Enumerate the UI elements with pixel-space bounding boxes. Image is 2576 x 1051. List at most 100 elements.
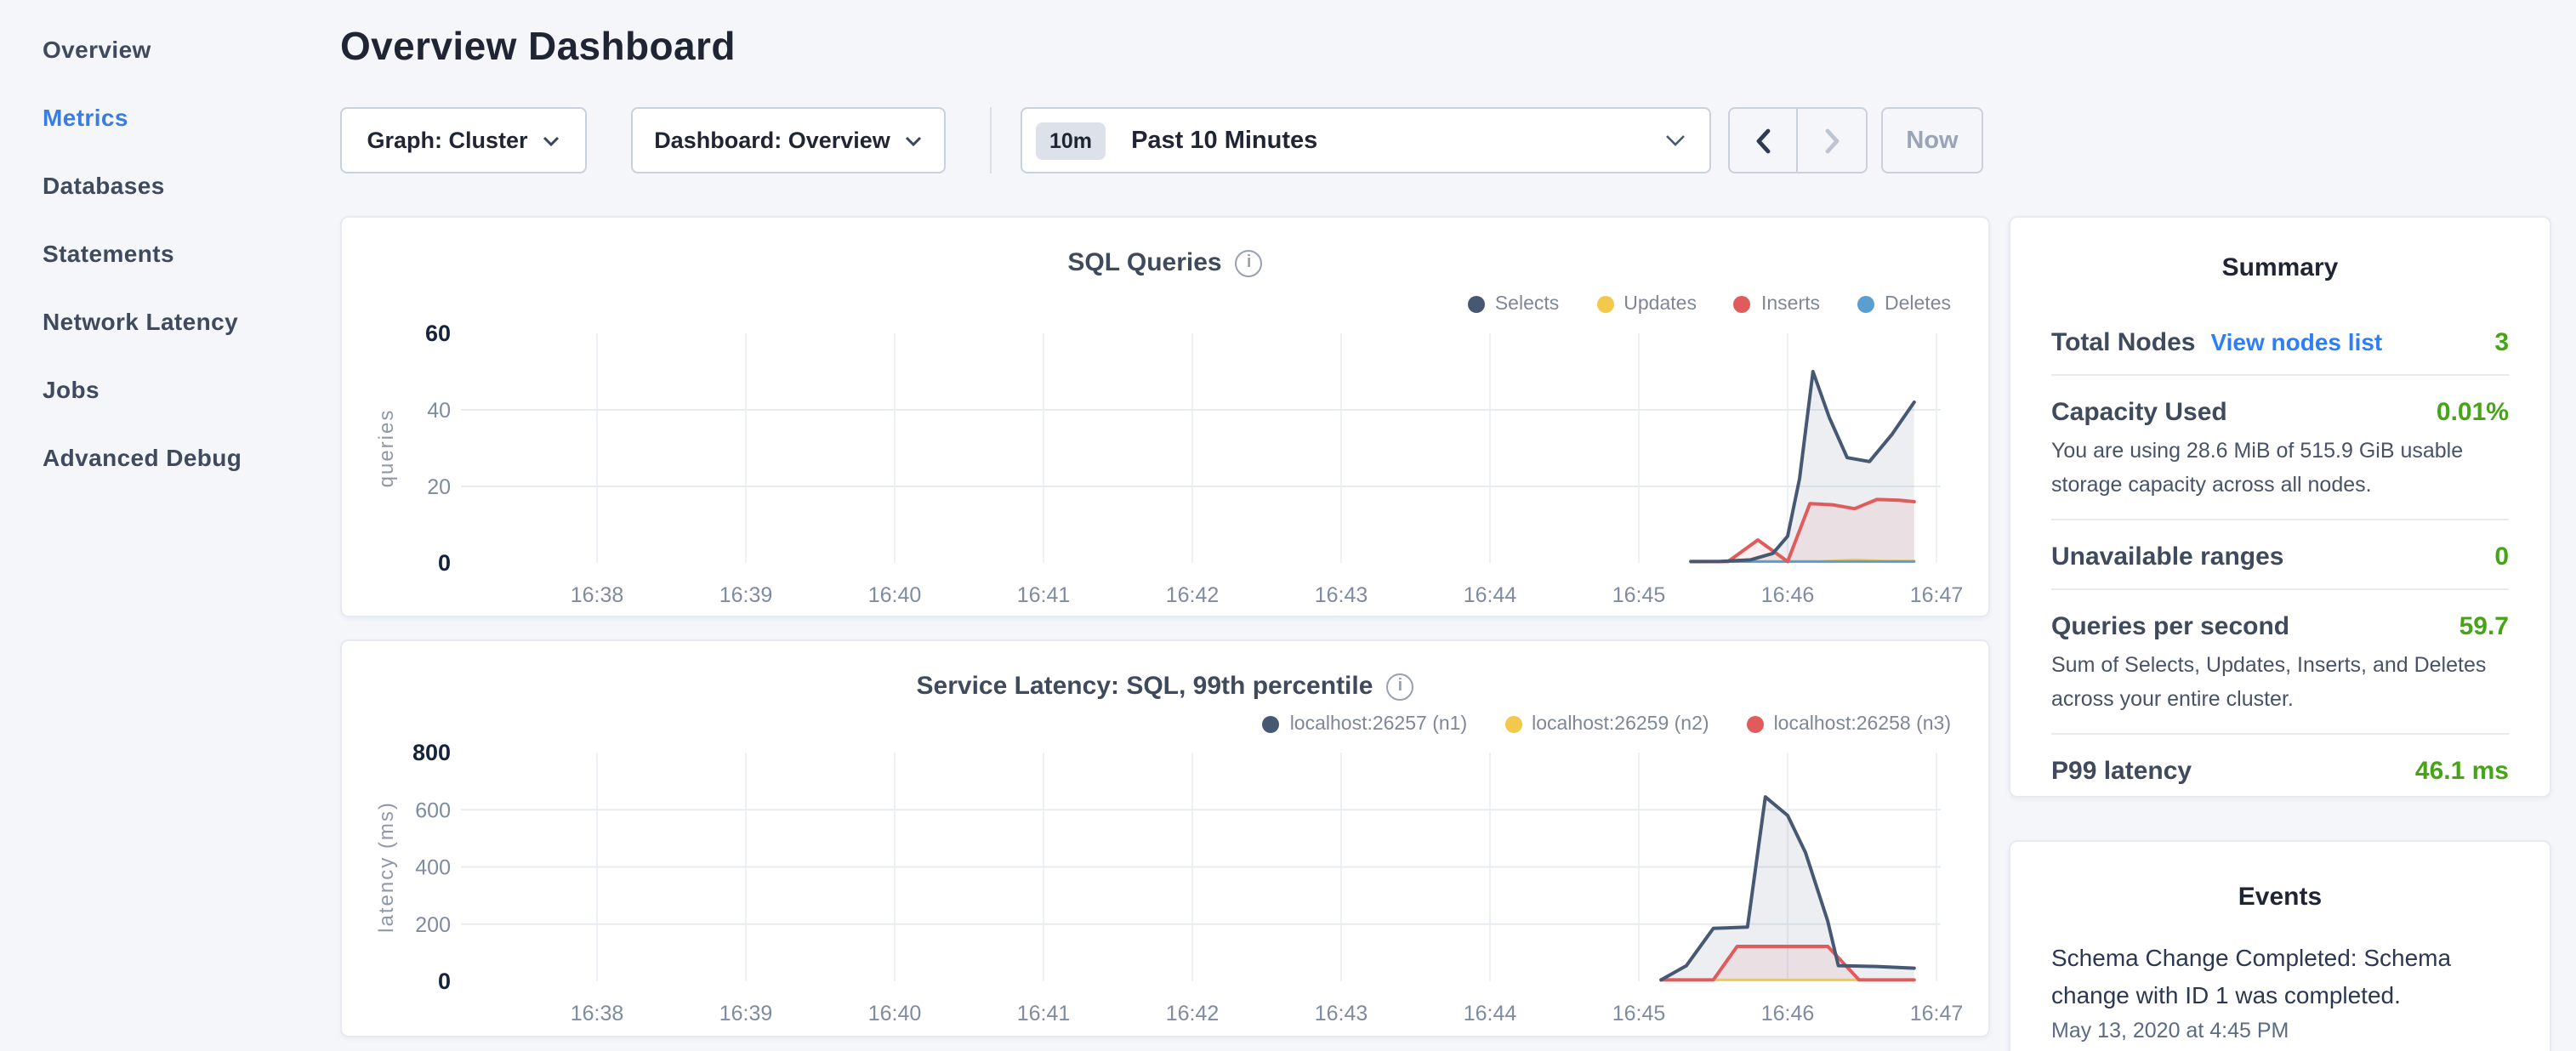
event-message: Schema Change Completed: Schema change w… <box>2051 939 2509 1014</box>
svg-text:16:40: 16:40 <box>868 583 922 607</box>
sidebar-item-statements[interactable]: Statements <box>0 221 340 289</box>
legend-dot <box>1734 296 1751 313</box>
stat-capacity-used: Capacity Used 0.01% You are using 28.6 M… <box>2051 376 2509 519</box>
legend-dot <box>1504 716 1521 733</box>
legend-label: localhost:26258 (n3) <box>1774 714 1951 735</box>
svg-text:16:42: 16:42 <box>1166 583 1220 607</box>
page-title: Overview Dashboard <box>340 24 736 70</box>
toolbar-divider <box>990 107 992 173</box>
legend-label: localhost:26257 (n1) <box>1290 714 1467 735</box>
chevron-left-icon <box>1755 127 1771 154</box>
time-pager <box>1728 107 1868 173</box>
legend-label: localhost:26259 (n2) <box>1532 714 1709 735</box>
info-icon[interactable]: i <box>1236 249 1263 276</box>
svg-text:40: 40 <box>427 399 451 423</box>
stat-label: Unavailable ranges <box>2051 543 2283 571</box>
event-item[interactable]: Schema Change Completed: Schema change w… <box>2051 939 2509 1042</box>
event-timestamp: May 13, 2020 at 4:45 PM <box>2051 1019 2509 1042</box>
svg-text:16:39: 16:39 <box>719 1002 773 1025</box>
chevron-down-icon <box>543 135 560 145</box>
chart-title-row: SQL Queries i <box>342 248 1988 277</box>
svg-text:16:46: 16:46 <box>1761 1002 1815 1025</box>
legend-dot <box>1747 716 1764 733</box>
legend-label: Updates <box>1624 294 1697 315</box>
svg-text:200: 200 <box>415 913 451 937</box>
view-nodes-link[interactable]: View nodes list <box>2210 328 2382 355</box>
stat-value: 0.01% <box>2437 398 2509 427</box>
now-button[interactable]: Now <box>1881 107 1983 173</box>
svg-text:16:43: 16:43 <box>1315 1002 1368 1025</box>
sidebar-item-databases[interactable]: Databases <box>0 153 340 221</box>
stat-queries-per-second: Queries per second 59.7 Sum of Selects, … <box>2051 590 2509 733</box>
time-range-dropdown[interactable]: 10m Past 10 Minutes <box>1021 107 1711 173</box>
legend-item-updates: Updates <box>1596 294 1697 315</box>
svg-text:16:39: 16:39 <box>719 583 773 607</box>
service-latency-chart[interactable]: 16:3816:3916:4016:4116:4216:4316:4416:45… <box>342 641 1992 1039</box>
stat-label: P99 latency <box>2051 757 2192 786</box>
svg-text:16:38: 16:38 <box>571 1002 624 1025</box>
service-latency-chart-card: Service Latency: SQL, 99th percentile i … <box>340 639 1990 1037</box>
stat-value: 46.1 ms <box>2415 757 2509 786</box>
stat-description: Sum of Selects, Updates, Inserts, and De… <box>2051 648 2509 716</box>
svg-text:latency (ms): latency (ms) <box>375 801 398 933</box>
stat-value: 59.7 <box>2459 612 2509 641</box>
summary-stats: Total Nodes View nodes list 3 Capacity U… <box>2051 328 2509 803</box>
svg-text:16:43: 16:43 <box>1315 583 1368 607</box>
svg-text:16:46: 16:46 <box>1761 583 1815 607</box>
svg-text:16:47: 16:47 <box>1910 1002 1964 1025</box>
chart-title: SQL Queries <box>1067 248 1221 277</box>
svg-text:16:47: 16:47 <box>1910 583 1964 607</box>
svg-text:16:42: 16:42 <box>1166 1002 1220 1025</box>
sidebar-item-overview[interactable]: Overview <box>0 17 340 85</box>
chart-title: Service Latency: SQL, 99th percentile <box>917 672 1373 701</box>
chevron-right-icon <box>1824 127 1840 154</box>
svg-text:16:45: 16:45 <box>1612 583 1666 607</box>
legend-dot <box>1857 296 1874 313</box>
chart-title-row: Service Latency: SQL, 99th percentile i <box>342 672 1988 701</box>
legend-item-selects: Selects <box>1468 294 1559 315</box>
sql-queries-chart[interactable]: 16:38 16:39 16:40 16:41 16:42 16:43 16:44 16:45… <box>342 218 1992 619</box>
svg-text:16:38: 16:38 <box>571 583 624 607</box>
stat-value: 0 <box>2494 543 2509 571</box>
chevron-down-icon <box>1665 134 1686 146</box>
svg-text:16:45: 16:45 <box>1612 1002 1666 1025</box>
svg-text:16:41: 16:41 <box>1017 583 1071 607</box>
dashboard-dropdown[interactable]: Dashboard: Overview <box>631 107 946 173</box>
svg-text:0: 0 <box>438 969 451 994</box>
stat-total-nodes: Total Nodes View nodes list 3 <box>2051 328 2509 374</box>
now-button-label: Now <box>1906 127 1958 154</box>
svg-text:60: 60 <box>425 321 451 346</box>
legend-label: Deletes <box>1885 294 1951 315</box>
svg-text:16:44: 16:44 <box>1464 583 1517 607</box>
events-title: Events <box>2051 842 2509 912</box>
stat-description: You are using 28.6 MiB of 515.9 GiB usab… <box>2051 434 2509 502</box>
sidebar-item-metrics[interactable]: Metrics <box>0 85 340 153</box>
time-forward-button[interactable] <box>1798 109 1866 172</box>
time-back-button[interactable] <box>1730 109 1798 172</box>
app-root: Overview Metrics Databases Statements Ne… <box>0 0 2576 1051</box>
svg-text:16:41: 16:41 <box>1017 1002 1071 1025</box>
chevron-down-icon <box>906 135 923 145</box>
legend-item-n1: localhost:26257 (n1) <box>1263 714 1467 735</box>
chart-legend: Selects Updates Inserts Deletes <box>1468 294 1951 315</box>
graph-dropdown-label: Graph: Cluster <box>367 128 527 153</box>
legend-dot <box>1263 716 1280 733</box>
sidebar-item-advanced-debug[interactable]: Advanced Debug <box>0 425 340 493</box>
legend-label: Inserts <box>1761 294 1820 315</box>
legend-dot <box>1596 296 1613 313</box>
stat-p99-latency: P99 latency 46.1 ms <box>2051 735 2509 803</box>
graph-dropdown[interactable]: Graph: Cluster <box>340 107 587 173</box>
summary-panel: Summary Total Nodes View nodes list 3 Ca… <box>2009 216 2551 798</box>
chart-legend: localhost:26257 (n1) localhost:26259 (n2… <box>1263 714 1951 735</box>
legend-label: Selects <box>1495 294 1559 315</box>
stat-label: Total Nodes <box>2051 328 2195 357</box>
stat-value: 3 <box>2494 328 2509 357</box>
svg-text:0: 0 <box>438 550 451 576</box>
dashboard-dropdown-label: Dashboard: Overview <box>654 128 890 153</box>
sidebar-item-jobs[interactable]: Jobs <box>0 357 340 425</box>
info-icon[interactable]: i <box>1386 673 1413 700</box>
legend-item-n2: localhost:26259 (n2) <box>1504 714 1709 735</box>
sidebar-item-network-latency[interactable]: Network Latency <box>0 289 340 357</box>
toolbar: Graph: Cluster Dashboard: Overview 10m P… <box>340 107 1983 173</box>
svg-text:800: 800 <box>412 740 451 765</box>
